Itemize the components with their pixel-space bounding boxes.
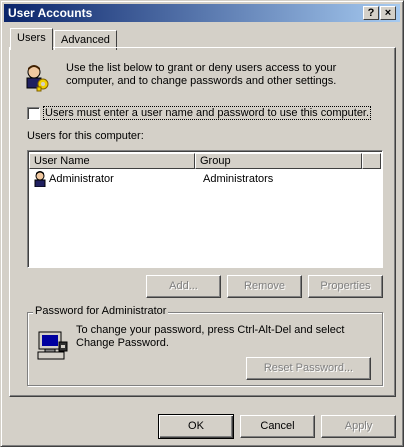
users-list-label: Users for this computer:	[27, 130, 144, 142]
intro-line-2: computer, and to change passwords and ot…	[66, 75, 337, 87]
add-button[interactable]: Add...	[146, 275, 221, 298]
close-icon: ×	[384, 7, 392, 19]
help-button[interactable]: ?	[363, 6, 379, 20]
must-login-checkbox[interactable]	[27, 107, 40, 120]
row-group: Administrators	[203, 173, 274, 185]
tab-users[interactable]: Users	[10, 28, 53, 50]
password-instructions-line-1: To change your password, press Ctrl-Alt-…	[76, 324, 345, 336]
column-header-filler	[362, 153, 381, 169]
user-icon	[34, 171, 46, 187]
table-row[interactable]: Administrator Administrators	[30, 171, 370, 189]
user-accounts-window: User Accounts ? × Users Advanced Use the…	[0, 0, 404, 447]
users-tab-panel: Use the list below to grant or deny user…	[9, 47, 396, 397]
close-button[interactable]: ×	[380, 6, 396, 20]
reset-password-button[interactable]: Reset Password...	[246, 357, 371, 380]
remove-button[interactable]: Remove	[227, 275, 302, 298]
intro-line-1: Use the list below to grant or deny user…	[66, 62, 337, 74]
properties-button[interactable]: Properties	[308, 275, 383, 298]
users-keys-icon	[26, 65, 49, 92]
ok-button[interactable]: OK	[158, 414, 234, 439]
apply-button[interactable]: Apply	[321, 415, 396, 438]
help-icon: ?	[367, 7, 375, 19]
password-group-legend: Password for Administrator	[33, 305, 169, 317]
must-login-label[interactable]: Users must enter a user name and passwor…	[42, 106, 372, 120]
intro-text: Use the list below to grant or deny user…	[66, 62, 336, 87]
tab-users-label: Users	[17, 32, 46, 44]
password-groupbox: Password for Administrator To change you…	[27, 305, 383, 386]
tab-advanced-label: Advanced	[61, 34, 110, 46]
password-instructions: To change your password, press Ctrl-Alt-…	[76, 324, 344, 349]
cancel-button[interactable]: Cancel	[240, 415, 315, 438]
title-bar[interactable]: User Accounts ? ×	[4, 4, 400, 22]
column-header-user-name[interactable]: User Name	[29, 153, 195, 169]
column-header-group[interactable]: Group	[195, 153, 362, 169]
password-instructions-line-2: Change Password.	[76, 337, 169, 349]
row-user-name: Administrator	[49, 173, 114, 185]
users-list[interactable]: User Name Group Administrator Administra…	[27, 150, 383, 268]
window-title: User Accounts	[8, 6, 93, 20]
computer-icon	[37, 331, 68, 360]
